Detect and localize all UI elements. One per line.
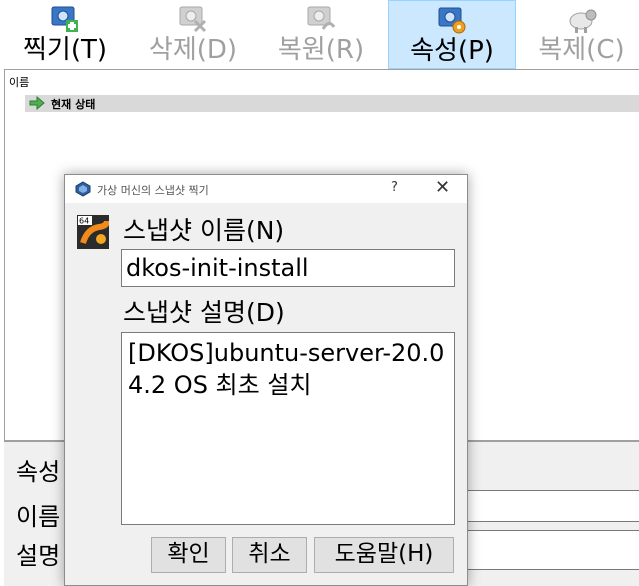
take-snapshot-button[interactable]: 찍기(T) <box>6 0 124 69</box>
take-label: 찍기(T) <box>22 35 107 65</box>
snapshot-manager: 찍기(T) 삭제(D) 복원(R) 속성(P) 복제(C) 이름 현재 상태 속… <box>0 0 639 586</box>
delete-snapshot-button[interactable]: 삭제(D) <box>134 0 252 69</box>
dialog-title: 가상 머신의 스냅샷 찍기 <box>97 184 209 197</box>
tree-column-header: 이름 <box>9 76 30 89</box>
tree-item-current-state[interactable]: 현재 상태 <box>25 95 639 112</box>
properties-label: 속성(P) <box>410 36 494 66</box>
help-button[interactable]: 도움말(H) <box>314 537 454 573</box>
dialog-title-bar: 가상 머신의 스냅샷 찍기 ? ✕ <box>65 175 467 203</box>
snapshot-name-input[interactable]: dkos-init-install <box>121 249 455 287</box>
os-64bit-icon: 64 <box>77 215 109 249</box>
name-label: 이름 <box>16 503 61 531</box>
description-label: 설명 <box>16 542 61 570</box>
properties-name-field[interactable] <box>464 490 639 522</box>
properties-description-field[interactable] <box>464 530 639 570</box>
clone-button[interactable]: 복제(C) <box>524 0 639 69</box>
help-icon[interactable]: ? <box>391 180 398 195</box>
restore-snapshot-icon <box>307 6 336 30</box>
svg-text:64: 64 <box>79 217 89 226</box>
virtualbox-icon <box>75 181 91 197</box>
properties-title: 속성 <box>16 458 61 486</box>
current-state-label: 현재 상태 <box>51 98 96 111</box>
delete-snapshot-icon <box>179 6 207 33</box>
cancel-button[interactable]: 취소 <box>232 537 307 573</box>
take-snapshot-dialog: 가상 머신의 스냅샷 찍기 ? ✕ 64 스냅샷 이름(N) dkos-init… <box>64 174 468 586</box>
snapshot-name-label: 스냅샷 이름(N) <box>123 216 285 245</box>
restore-label: 복원(R) <box>277 35 365 65</box>
properties-icon <box>438 7 466 34</box>
delete-label: 삭제(D) <box>148 35 238 65</box>
close-icon[interactable]: ✕ <box>435 177 450 198</box>
snapshot-description-label: 스냅샷 설명(D) <box>123 298 285 327</box>
arrow-right-icon <box>29 96 45 110</box>
take-snapshot-icon <box>51 6 78 32</box>
clone-label: 복제(C) <box>538 35 625 65</box>
snapshot-description-input[interactable]: [DKOS]ubuntu-server-20.04.2 OS 최초 설치 <box>121 332 455 525</box>
sheep-icon <box>569 9 596 33</box>
restore-snapshot-button[interactable]: 복원(R) <box>262 0 380 69</box>
ok-button[interactable]: 확인 <box>151 537 226 573</box>
toolbar: 찍기(T) 삭제(D) 복원(R) 속성(P) 복제(C) <box>0 0 639 69</box>
properties-button[interactable]: 속성(P) <box>388 0 516 69</box>
